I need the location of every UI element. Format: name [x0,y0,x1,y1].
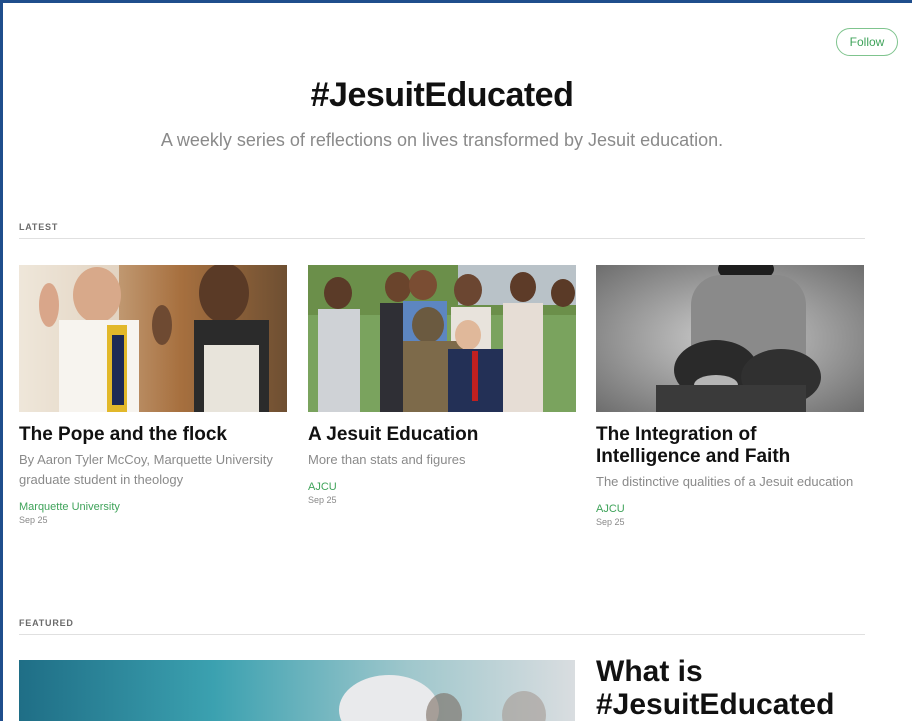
story-publisher-link[interactable]: AJCU [308,480,576,494]
featured-story-image[interactable] [19,660,575,721]
story-subtitle: More than stats and figures [308,452,466,467]
featured-story-title[interactable]: What is #JesuitEducated [596,655,886,721]
story-date: Sep 25 [596,517,625,527]
story-date: Sep 25 [19,515,48,525]
publication-title: #JesuitEducated [310,76,574,114]
section-label-latest: LATEST [19,222,59,232]
story-title[interactable]: A Jesuit Education [308,424,576,446]
story-thumbnail-pope[interactable] [19,265,287,412]
section-label-featured: FEATURED [19,618,74,628]
story-title[interactable]: The Integration of Intelligence and Fait… [596,424,864,468]
story-subtitle: The distinctive qualities of a Jesuit ed… [596,474,854,489]
story-thumbnail-integration[interactable] [596,265,864,412]
story-card-pope[interactable]: The Pope and the flock By Aaron Tyler Mc… [19,265,287,526]
story-publisher-link[interactable]: AJCU [596,502,864,516]
publication-description: A weekly series of reflections on lives … [160,130,724,150]
section-divider-latest [19,238,865,239]
story-card-jesuit-education[interactable]: A Jesuit Education More than stats and f… [308,265,576,506]
section-divider-featured [19,634,865,635]
story-publisher-link[interactable]: Marquette University [19,500,287,514]
story-thumbnail-jesuit-education[interactable] [308,265,576,412]
story-date: Sep 25 [308,495,337,505]
follow-button[interactable]: Follow [836,28,898,56]
story-card-integration[interactable]: The Integration of Intelligence and Fait… [596,265,864,528]
story-subtitle: By Aaron Tyler McCoy, Marquette Universi… [19,452,273,487]
story-title[interactable]: The Pope and the flock [19,424,287,446]
